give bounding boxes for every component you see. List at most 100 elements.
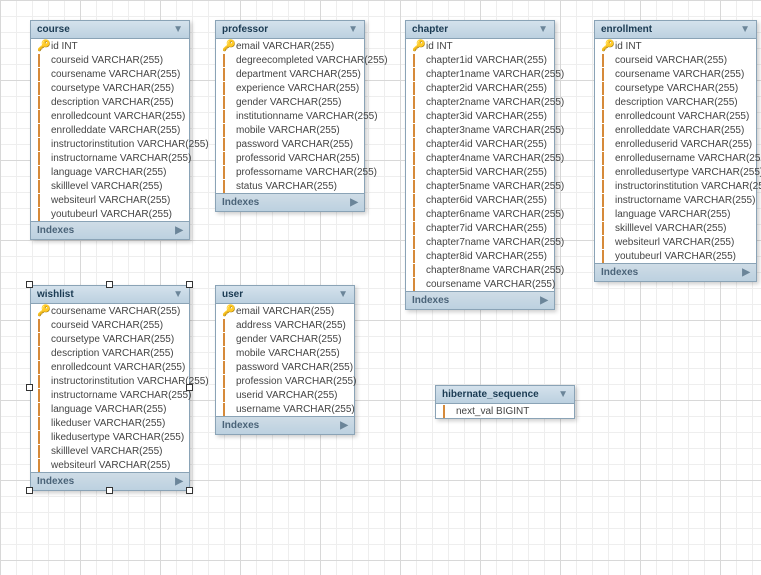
column-row[interactable]: chapter5id VARCHAR(255) <box>406 165 554 179</box>
column-row[interactable]: youtubeurl VARCHAR(255) <box>31 207 189 221</box>
column-row[interactable]: language VARCHAR(255) <box>31 402 189 416</box>
collapse-icon[interactable]: ▼ <box>558 389 568 400</box>
table-header[interactable]: wishlist▼ <box>31 286 189 304</box>
expand-icon[interactable]: ▶ <box>340 420 348 431</box>
column-row[interactable]: enrolleddate VARCHAR(255) <box>31 123 189 137</box>
column-row[interactable]: chapter3name VARCHAR(255) <box>406 123 554 137</box>
indexes-section[interactable]: Indexes▶ <box>216 193 364 211</box>
column-row[interactable]: coursename VARCHAR(255) <box>406 277 554 291</box>
column-row[interactable]: next_val BIGINT <box>436 404 574 418</box>
column-row[interactable]: username VARCHAR(255) <box>216 402 354 416</box>
expand-icon[interactable]: ▶ <box>350 197 358 208</box>
column-row[interactable]: chapter2id VARCHAR(255) <box>406 81 554 95</box>
table-header[interactable]: professor▼ <box>216 21 364 39</box>
column-row[interactable]: websiteurl VARCHAR(255) <box>31 193 189 207</box>
table-chapter[interactable]: chapter▼🔑id INTchapter1id VARCHAR(255)ch… <box>405 20 555 310</box>
column-row[interactable]: coursetype VARCHAR(255) <box>595 81 756 95</box>
column-row[interactable]: userid VARCHAR(255) <box>216 388 354 402</box>
column-row[interactable]: language VARCHAR(255) <box>595 207 756 221</box>
resize-handle[interactable] <box>26 281 33 288</box>
column-row[interactable]: youtubeurl VARCHAR(255) <box>595 249 756 263</box>
column-row[interactable]: 🔑id INT <box>595 39 756 53</box>
column-row[interactable]: courseid VARCHAR(255) <box>31 53 189 67</box>
collapse-icon[interactable]: ▼ <box>173 24 183 35</box>
column-row[interactable]: instructorname VARCHAR(255) <box>31 388 189 402</box>
column-row[interactable]: 🔑email VARCHAR(255) <box>216 304 354 318</box>
column-row[interactable]: enrolledusername VARCHAR(255) <box>595 151 756 165</box>
column-row[interactable]: enrolledusertype VARCHAR(255) <box>595 165 756 179</box>
column-row[interactable]: websiteurl VARCHAR(255) <box>31 458 189 472</box>
table-hibernate_sequence[interactable]: hibernate_sequence▼next_val BIGINT <box>435 385 575 419</box>
column-row[interactable]: description VARCHAR(255) <box>31 95 189 109</box>
expand-icon[interactable]: ▶ <box>175 476 183 487</box>
column-row[interactable]: chapter2name VARCHAR(255) <box>406 95 554 109</box>
resize-handle[interactable] <box>186 487 193 494</box>
table-course[interactable]: course▼🔑id INTcourseid VARCHAR(255)cours… <box>30 20 190 240</box>
table-enrollment[interactable]: enrollment▼🔑id INTcourseid VARCHAR(255)c… <box>594 20 757 282</box>
column-row[interactable]: gender VARCHAR(255) <box>216 332 354 346</box>
column-row[interactable]: chapter8id VARCHAR(255) <box>406 249 554 263</box>
column-row[interactable]: professorid VARCHAR(255) <box>216 151 364 165</box>
column-row[interactable]: chapter7name VARCHAR(255) <box>406 235 554 249</box>
column-row[interactable]: skilllevel VARCHAR(255) <box>31 179 189 193</box>
column-row[interactable]: coursetype VARCHAR(255) <box>31 332 189 346</box>
column-row[interactable]: status VARCHAR(255) <box>216 179 364 193</box>
column-row[interactable]: instructorinstitution VARCHAR(255) <box>595 179 756 193</box>
column-row[interactable]: password VARCHAR(255) <box>216 137 364 151</box>
collapse-icon[interactable]: ▼ <box>348 24 358 35</box>
column-row[interactable]: coursetype VARCHAR(255) <box>31 81 189 95</box>
table-header[interactable]: hibernate_sequence▼ <box>436 386 574 404</box>
table-header[interactable]: user▼ <box>216 286 354 304</box>
column-row[interactable]: enrolledcount VARCHAR(255) <box>31 360 189 374</box>
collapse-icon[interactable]: ▼ <box>338 289 348 300</box>
indexes-section[interactable]: Indexes▶ <box>406 291 554 309</box>
column-row[interactable]: mobile VARCHAR(255) <box>216 123 364 137</box>
column-row[interactable]: 🔑id INT <box>406 39 554 53</box>
indexes-section[interactable]: Indexes▶ <box>216 416 354 434</box>
column-row[interactable]: 🔑email VARCHAR(255) <box>216 39 364 53</box>
column-row[interactable]: websiteurl VARCHAR(255) <box>595 235 756 249</box>
expand-icon[interactable]: ▶ <box>175 225 183 236</box>
table-header[interactable]: enrollment▼ <box>595 21 756 39</box>
column-row[interactable]: address VARCHAR(255) <box>216 318 354 332</box>
column-row[interactable]: chapter4name VARCHAR(255) <box>406 151 554 165</box>
column-row[interactable]: department VARCHAR(255) <box>216 67 364 81</box>
column-row[interactable]: coursename VARCHAR(255) <box>595 67 756 81</box>
resize-handle[interactable] <box>186 384 193 391</box>
column-row[interactable]: mobile VARCHAR(255) <box>216 346 354 360</box>
column-row[interactable]: degreecompleted VARCHAR(255) <box>216 53 364 67</box>
column-row[interactable]: courseid VARCHAR(255) <box>595 53 756 67</box>
column-row[interactable]: courseid VARCHAR(255) <box>31 318 189 332</box>
column-row[interactable]: gender VARCHAR(255) <box>216 95 364 109</box>
expand-icon[interactable]: ▶ <box>540 295 548 306</box>
table-wishlist[interactable]: wishlist▼🔑coursename VARCHAR(255)coursei… <box>30 285 190 491</box>
column-row[interactable]: instructorname VARCHAR(255) <box>31 151 189 165</box>
column-row[interactable]: professorname VARCHAR(255) <box>216 165 364 179</box>
column-row[interactable]: chapter1name VARCHAR(255) <box>406 67 554 81</box>
expand-icon[interactable]: ▶ <box>742 267 750 278</box>
column-row[interactable]: experience VARCHAR(255) <box>216 81 364 95</box>
column-row[interactable]: enrolleduserid VARCHAR(255) <box>595 137 756 151</box>
resize-handle[interactable] <box>26 384 33 391</box>
column-row[interactable]: institutionname VARCHAR(255) <box>216 109 364 123</box>
column-row[interactable]: description VARCHAR(255) <box>31 346 189 360</box>
column-row[interactable]: password VARCHAR(255) <box>216 360 354 374</box>
indexes-section[interactable]: Indexes▶ <box>595 263 756 281</box>
collapse-icon[interactable]: ▼ <box>538 24 548 35</box>
column-row[interactable]: instructorinstitution VARCHAR(255) <box>31 374 189 388</box>
table-professor[interactable]: professor▼🔑email VARCHAR(255)degreecompl… <box>215 20 365 212</box>
table-user[interactable]: user▼🔑email VARCHAR(255)address VARCHAR(… <box>215 285 355 435</box>
column-row[interactable]: instructorname VARCHAR(255) <box>595 193 756 207</box>
table-header[interactable]: chapter▼ <box>406 21 554 39</box>
column-row[interactable]: chapter4id VARCHAR(255) <box>406 137 554 151</box>
column-row[interactable]: likeduser VARCHAR(255) <box>31 416 189 430</box>
column-row[interactable]: 🔑id INT <box>31 39 189 53</box>
column-row[interactable]: enrolledcount VARCHAR(255) <box>31 109 189 123</box>
resize-handle[interactable] <box>26 487 33 494</box>
column-row[interactable]: chapter3id VARCHAR(255) <box>406 109 554 123</box>
column-row[interactable]: likedusertype VARCHAR(255) <box>31 430 189 444</box>
column-row[interactable]: instructorinstitution VARCHAR(255) <box>31 137 189 151</box>
resize-handle[interactable] <box>106 281 113 288</box>
column-row[interactable]: profession VARCHAR(255) <box>216 374 354 388</box>
column-row[interactable]: chapter7id VARCHAR(255) <box>406 221 554 235</box>
